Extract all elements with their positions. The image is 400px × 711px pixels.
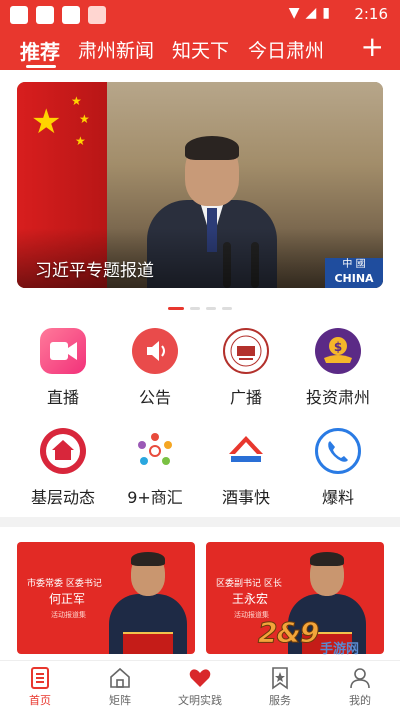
grid-item-tipoff[interactable]: 爆料 [288,428,388,508]
nav-label: 我的 [349,694,371,707]
card-note: 活动报道集 [51,611,86,619]
grid-label: 爆料 [321,488,354,507]
grid-item-grassroots[interactable]: 基层动态 [13,428,113,508]
heart-hands-icon [189,669,211,687]
active-tab-indicator [26,65,56,68]
add-channel-icon[interactable]: + [361,30,384,64]
grid-label: 公告 [138,388,171,407]
notification-icon [62,6,80,24]
grid-item-broadcast[interactable]: 广播 [196,328,296,408]
star-icon: ★ [79,112,90,126]
grid-item-business[interactable]: 9+商汇 [105,428,205,508]
phone-icon [315,428,361,474]
wifi-icon: ▼ [288,5,306,21]
status-icons: ▼◢▮ [289,5,336,21]
nav-label: 服务 [269,694,291,707]
broadcast-badge-icon [223,328,269,374]
bookmark-star-icon [272,667,288,690]
carousel-dot [206,307,216,310]
watermark-text: 手游网 [320,642,360,657]
carousel-dot-active [168,307,184,310]
card-title: 区委副书记 区长 [216,579,282,589]
nav-label: 首页 [29,694,51,707]
section-divider [0,517,400,527]
grid-label: 广播 [229,388,262,407]
channel-tabs: 推荐 肃州新闻 知天下 今日肃州 + [0,30,400,70]
nav-home[interactable]: 首页 [0,665,80,708]
tab-world[interactable]: 知天下 [172,36,229,63]
home-community-icon [40,428,86,474]
nav-label: 文明实践 [178,694,222,707]
nav-service[interactable]: 服务 [240,665,320,708]
notification-icon [10,6,28,24]
desk-nameplate [123,632,173,654]
logo-line-2: CHINA [334,272,374,285]
card-name: 王永宏 [232,592,269,606]
notification-icon [36,6,54,24]
logo-line-1: 中 國 [342,259,366,270]
tab-today-suzhou[interactable]: 今日肃州 [248,36,324,63]
banner-carousel[interactable]: ★ ★ ★ ★ 习近平专题报道 中 國 CHINA [17,82,383,288]
grid-item-investment[interactable]: $ 投资肃州 [288,328,388,408]
grid-item-announcement[interactable]: 公告 [105,328,205,408]
announcement-speaker-icon [132,328,178,374]
live-video-icon [40,328,86,374]
person-hair [131,552,165,566]
carousel-dot [190,307,200,310]
carousel-dot [222,307,232,310]
svg-text:$: $ [334,340,342,354]
tab-recommend[interactable]: 推荐 [20,36,60,65]
people-circle-icon [132,428,178,474]
signal-icon: ◢ [305,5,323,21]
nav-civilization[interactable]: 文明实践 [160,665,240,708]
person-hair [310,552,344,566]
person-hair [185,136,239,160]
card-title: 市委常委 区委书记 [27,579,102,589]
house-outline-icon [110,667,130,688]
app-header: ▼◢▮ 2:16 推荐 肃州新闻 知天下 今日肃州 + [0,0,400,70]
card-name: 何正军 [49,592,86,606]
china-logo: 中 國 CHINA [325,258,383,288]
user-icon [350,668,370,689]
star-icon: ★ [31,102,62,142]
grid-label: 直播 [46,388,79,407]
leader-card[interactable]: 市委常委 区委书记 何正军 活动报道集 [17,542,195,654]
road-icon [223,428,269,474]
nav-mine[interactable]: 我的 [320,665,400,708]
bottom-navigation: 首页 矩阵 文明实践 服务 我的 [0,660,400,711]
star-icon: ★ [75,134,86,148]
nav-label: 矩阵 [109,694,131,707]
carousel-indicator [0,307,400,311]
star-icon: ★ [71,94,82,108]
investment-coin-icon: $ [315,328,361,374]
grid-label: 投资肃州 [305,388,370,407]
site-watermark: 2&9 手游网 [257,616,388,660]
battery-icon: ▮ [322,5,336,21]
status-time: 2:16 [354,5,388,23]
tab-suzhou-news[interactable]: 肃州新闻 [78,36,154,63]
banner-caption: 习近平专题报道 [35,261,154,281]
grid-label: 酒事快 [221,488,270,507]
grid-label: 9+商汇 [127,488,183,507]
grid-label: 基层动态 [30,488,95,507]
nav-matrix[interactable]: 矩阵 [80,665,160,708]
grid-item-live[interactable]: 直播 [13,328,113,408]
watermark-number: 2&9 [257,616,319,650]
app-notification-icon [88,6,106,24]
status-bar: ▼◢▮ 2:16 [0,0,400,28]
grid-item-wine[interactable]: 酒事快 [196,428,296,508]
home-page-icon [31,667,49,689]
